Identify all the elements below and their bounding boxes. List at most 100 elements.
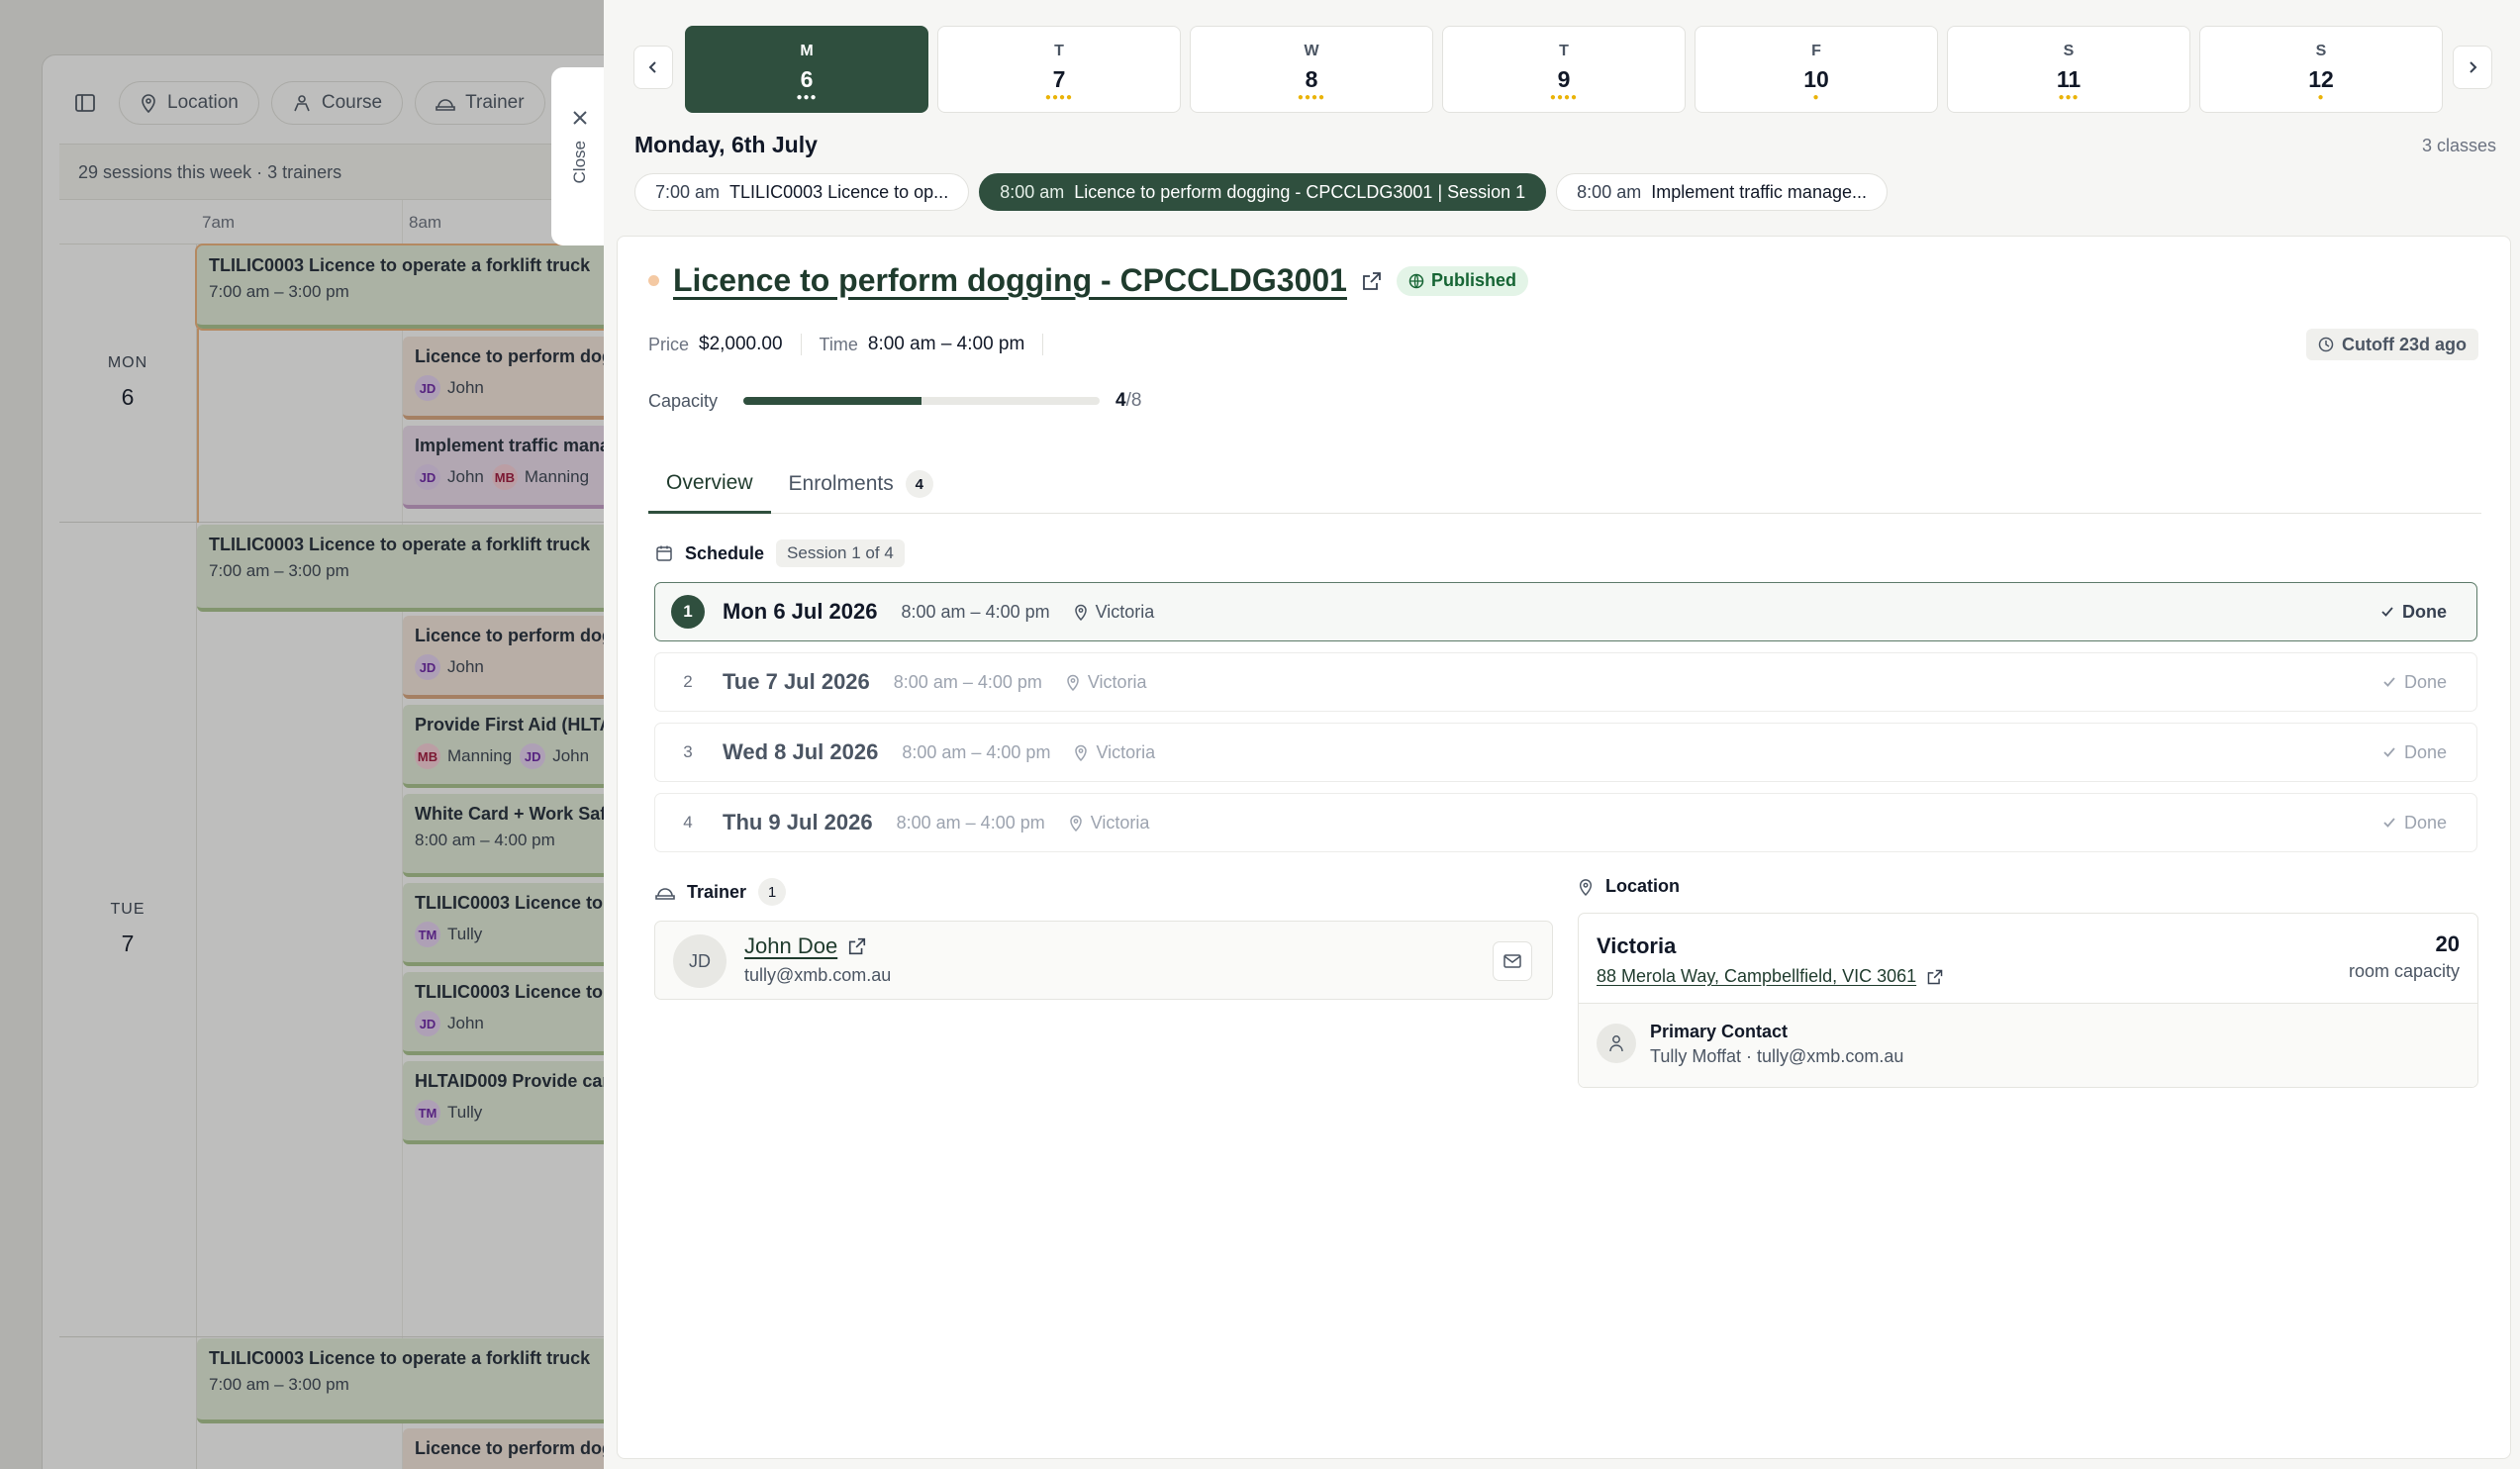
pill-time: 8:00 am [1577, 181, 1642, 202]
clock-icon [2318, 337, 2334, 352]
location-address-link[interactable]: 88 Merola Way, Campbellfield, VIC 3061 [1597, 966, 1944, 987]
capacity-total: /8 [1125, 390, 1142, 411]
modal-backdrop[interactable] [0, 0, 633, 1469]
session-badge: Session 1 of 4 [776, 539, 905, 567]
cutoff-badge: Cutoff 23d ago [2306, 329, 2478, 360]
class-count: 3 classes [2421, 136, 2496, 155]
day-number: 10 [1803, 66, 1829, 92]
location-address: 88 Merola Way, Campbellfield, VIC 3061 [1597, 966, 1917, 986]
session-number: 3 [683, 742, 693, 761]
day-card-wed[interactable]: W 8 ●●●● [1190, 26, 1433, 113]
day-letter: M [800, 43, 814, 59]
session-row[interactable]: 1 Mon 6 Jul 2026 8:00 am – 4:00 pm Victo… [654, 582, 2477, 641]
day-letter: W [1304, 43, 1319, 59]
trainer-name-link[interactable]: John Doe [744, 933, 867, 959]
chevron-right-icon [2470, 61, 2477, 73]
day-number: 12 [2308, 66, 2334, 92]
check-icon [2381, 607, 2393, 617]
capacity-label: Capacity [648, 390, 719, 411]
session-location: Victoria [1069, 813, 1149, 833]
day-card-mon[interactable]: M 6 ●●● [685, 26, 928, 113]
course-title-link[interactable]: Licence to perform dogging - CPCCLDG3001 [673, 262, 1347, 299]
status-label: Published [1430, 270, 1516, 290]
session-dots: ●●●● [1549, 92, 1579, 103]
close-drawer-button[interactable]: Close [551, 67, 609, 245]
prev-week-button[interactable] [633, 46, 673, 89]
session-row[interactable]: 2 Tue 7 Jul 2026 8:00 am – 4:00 pm Victo… [654, 652, 2477, 712]
course-title-row: Licence to perform dogging - CPCCLDG3001… [648, 262, 1528, 299]
location-label: Location [1605, 876, 1680, 896]
check-icon [2383, 818, 2395, 828]
session-dots: ●●● [2058, 92, 2080, 103]
hard-hat-icon [655, 888, 675, 900]
day-card-tue[interactable]: T 7 ●●●● [937, 26, 1181, 113]
session-status: Done [2371, 667, 2459, 697]
session-number: 4 [683, 813, 693, 832]
session-status: Done [2371, 808, 2459, 837]
day-card-fri[interactable]: F 10 ● [1695, 26, 1938, 113]
session-status: Done [2371, 737, 2459, 767]
contact-title: Primary Contact [1650, 1022, 1789, 1041]
tab-enrolments[interactable]: Enrolments 4 [771, 454, 951, 514]
day-card-sun[interactable]: S 12 ● [2199, 26, 2443, 113]
external-link-icon[interactable] [1361, 270, 1383, 292]
trainer-email: tully@xmb.com.au [744, 965, 892, 985]
location-name: Victoria [1096, 741, 1156, 762]
external-link-icon [1927, 969, 1943, 984]
day-card-sat[interactable]: S 11 ●●● [1947, 26, 2190, 113]
mail-icon [1503, 954, 1521, 968]
map-pin-icon [1074, 604, 1087, 621]
capacity-enrolled: 4 [1115, 390, 1126, 411]
day-letter: T [1559, 43, 1569, 59]
primary-contact: Primary Contact Tully Moffat · tully@xmb… [1579, 1003, 2477, 1087]
time-label: Time [819, 334, 858, 354]
day-letter: S [2063, 43, 2075, 59]
session-number: 1 [671, 595, 705, 629]
status-text: Done [2402, 601, 2447, 622]
user-icon [1597, 1024, 1636, 1063]
class-pill-selected[interactable]: 8:00 am Licence to perform dogging - CPC… [979, 173, 1547, 211]
session-location: Victoria [1074, 601, 1155, 623]
session-dots: ● [2317, 92, 2325, 103]
session-time: 8:00 am – 4:00 pm [901, 601, 1050, 622]
session-location: Victoria [1074, 742, 1155, 763]
day-letter: T [1054, 43, 1064, 59]
capacity-bar-fill [743, 397, 921, 405]
avatar: JD [673, 934, 727, 988]
day-letter: F [1811, 43, 1821, 59]
divider [1042, 334, 1044, 355]
email-trainer-button[interactable] [1493, 941, 1532, 981]
session-date: Wed 8 Jul 2026 [723, 739, 879, 764]
session-time: 8:00 am – 4:00 pm [902, 741, 1051, 762]
session-row[interactable]: 3 Wed 8 Jul 2026 8:00 am – 4:00 pm Victo… [654, 723, 2477, 782]
session-dots: ●●● [796, 92, 818, 103]
session-date: Tue 7 Jul 2026 [723, 669, 870, 694]
location-card: Victoria 88 Merola Way, Campbellfield, V… [1578, 913, 2478, 1088]
external-link-icon [849, 937, 866, 955]
day-card-thu[interactable]: T 9 ●●●● [1442, 26, 1686, 113]
price-label: Price [648, 334, 690, 354]
next-week-button[interactable] [2453, 46, 2492, 89]
session-date: Mon 6 Jul 2026 [723, 599, 878, 624]
trainer-count-badge: 1 [758, 878, 787, 906]
session-dots: ●●●● [1297, 92, 1326, 103]
session-time: 8:00 am – 4:00 pm [896, 812, 1045, 832]
class-pill[interactable]: 7:00 am TLILIC0003 Licence to op... [634, 173, 970, 211]
chevron-left-icon [648, 61, 656, 73]
price-value: $2,000.00 [699, 334, 783, 354]
day-number: 9 [1557, 66, 1571, 92]
session-row[interactable]: 4 Thu 9 Jul 2026 8:00 am – 4:00 pm Victo… [654, 793, 2477, 852]
map-pin-icon [1075, 744, 1088, 761]
class-detail-drawer: M 6 ●●● T 7 ●●●● W 8 ●●●● T 9 ●●●● F 10 … [604, 0, 2520, 1469]
enrolments-count-badge: 4 [905, 470, 933, 498]
detail-tabs: Overview Enrolments 4 [648, 454, 2481, 514]
map-pin-icon [1579, 878, 1593, 896]
session-status: Done [2369, 597, 2459, 627]
status-text: Done [2403, 812, 2447, 832]
schedule-label: Schedule [685, 542, 765, 563]
capacity-row: Capacity 4/8 [648, 390, 1141, 412]
class-pill[interactable]: 8:00 am Implement traffic manage... [1556, 173, 1888, 211]
day-number: 11 [2056, 66, 2082, 92]
tab-overview[interactable]: Overview [648, 454, 771, 514]
location-name: Victoria [1095, 601, 1155, 622]
